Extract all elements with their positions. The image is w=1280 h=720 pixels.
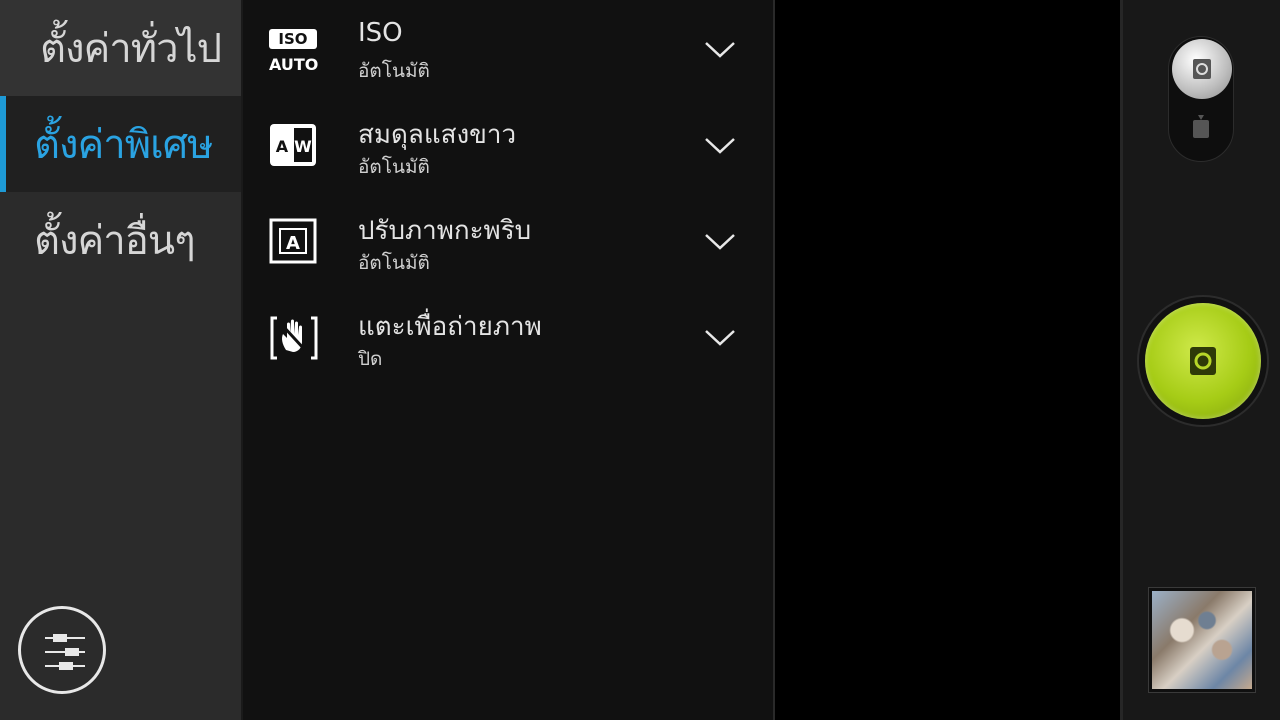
shutter-button[interactable] bbox=[1145, 303, 1261, 419]
iso-auto-icon: ISO AUTO bbox=[269, 24, 319, 74]
touch-capture-icon bbox=[270, 316, 318, 360]
setting-title: สมดุลแสงขาว bbox=[358, 120, 517, 150]
sidebar-item-label: ตั้งค่าทั่วไป bbox=[40, 26, 222, 72]
sidebar-item-label: ตั้งค่าอื่นๆ bbox=[34, 218, 196, 264]
setting-value: อัตโนมัติ bbox=[358, 252, 430, 274]
setting-value: อัตโนมัติ bbox=[358, 60, 430, 82]
chevron-down-icon[interactable] bbox=[703, 34, 737, 64]
setting-row-anti-flicker[interactable]: A ปรับภาพกะพริบ อัตโนมัติ bbox=[243, 192, 773, 288]
svg-text:A: A bbox=[276, 137, 289, 156]
sliders-icon bbox=[45, 634, 85, 670]
iso-auto-label: AUTO bbox=[269, 55, 319, 74]
settings-sliders-button[interactable] bbox=[18, 606, 106, 694]
chevron-down-icon[interactable] bbox=[703, 226, 737, 256]
photo-video-mode-switch[interactable] bbox=[1168, 36, 1234, 162]
setting-title: ISO bbox=[358, 18, 403, 48]
sidebar-item-other[interactable]: ตั้งค่าอื่นๆ bbox=[0, 192, 241, 288]
setting-title: ปรับภาพกะพริบ bbox=[358, 216, 532, 246]
chevron-down-icon[interactable] bbox=[703, 322, 737, 352]
iso-badge: ISO bbox=[269, 29, 317, 49]
photo-mode-button[interactable] bbox=[1172, 39, 1232, 99]
settings-panel: ISO AUTO ISO อัตโนมัติ A W สมดุลแสงขาว อ… bbox=[243, 0, 775, 720]
setting-title: แตะเพื่อถ่ายภาพ bbox=[358, 312, 542, 342]
camera-viewfinder[interactable] bbox=[775, 0, 1120, 720]
anti-flicker-auto-icon: A bbox=[269, 218, 317, 264]
setting-row-white-balance[interactable]: A W สมดุลแสงขาว อัตโนมัติ bbox=[243, 96, 773, 192]
settings-sidebar: ตั้งค่าทั่วไป ตั้งค่าพิเศษ ตั้งค่าอื่นๆ bbox=[0, 0, 243, 720]
sidebar-item-advanced[interactable]: ตั้งค่าพิเศษ bbox=[0, 96, 241, 192]
setting-value: ปิด bbox=[358, 348, 383, 370]
white-balance-auto-icon: A W bbox=[270, 124, 316, 166]
camera-control-bar bbox=[1120, 0, 1280, 720]
camera-icon bbox=[1193, 59, 1211, 79]
selected-indicator bbox=[0, 96, 6, 192]
sidebar-item-label: ตั้งค่าพิเศษ bbox=[34, 122, 214, 168]
video-camera-icon[interactable] bbox=[1192, 115, 1210, 139]
setting-row-iso[interactable]: ISO AUTO ISO อัตโนมัติ bbox=[243, 0, 773, 96]
gallery-thumbnail[interactable] bbox=[1148, 587, 1256, 693]
setting-value: อัตโนมัติ bbox=[358, 156, 430, 178]
svg-text:W: W bbox=[294, 137, 312, 156]
sidebar-item-general[interactable]: ตั้งค่าทั่วไป bbox=[0, 0, 241, 96]
chevron-down-icon[interactable] bbox=[703, 130, 737, 160]
setting-row-touch-capture[interactable]: แตะเพื่อถ่ายภาพ ปิด bbox=[243, 288, 773, 384]
camera-icon bbox=[1190, 347, 1216, 375]
last-photo-preview bbox=[1152, 591, 1252, 689]
svg-text:A: A bbox=[286, 233, 300, 254]
